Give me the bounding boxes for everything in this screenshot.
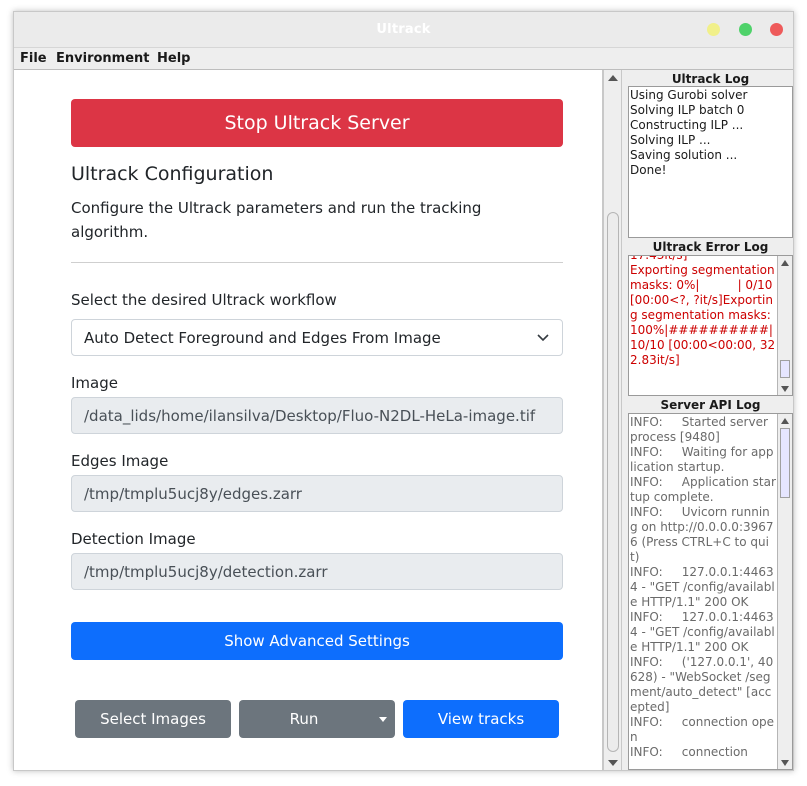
error-log-scrollbar[interactable]	[777, 256, 792, 395]
main-scrollbar[interactable]	[603, 70, 622, 770]
workflow-label: Select the desired Ultrack workflow	[71, 291, 337, 309]
config-title: Ultrack Configuration	[71, 163, 274, 185]
menu-help[interactable]: Help	[157, 51, 190, 66]
main-pane: Stop Ultrack Server Ultrack Configuratio…	[14, 70, 603, 770]
log-sidebar: Ultrack Log Using Gurobi solver Solving …	[626, 70, 793, 770]
edges-label: Edges Image	[71, 452, 169, 470]
run-split-button: Run	[239, 700, 395, 738]
scroll-down-icon[interactable]	[608, 760, 618, 766]
run-options-toggle[interactable]	[369, 700, 395, 738]
error-log-text: 17.43it/s] Exporting segmentation masks:…	[630, 255, 776, 367]
app-window: Ultrack File Environment Help Stop Ultra…	[13, 11, 794, 771]
error-log-panel[interactable]: 17.43it/s] Exporting segmentation masks:…	[628, 255, 793, 396]
close-button[interactable]	[770, 23, 783, 36]
detection-input[interactable]: /tmp/tmplu5ucj8y/detection.zarr	[71, 553, 563, 590]
show-advanced-settings-button[interactable]: Show Advanced Settings	[71, 622, 563, 660]
menu-file[interactable]: File	[20, 51, 47, 66]
workflow-select[interactable]: Auto Detect Foreground and Edges From Im…	[71, 319, 563, 356]
scrollbar-thumb[interactable]	[780, 360, 790, 378]
scrollbar-thumb[interactable]	[607, 212, 619, 752]
workflow-selected-value: Auto Detect Foreground and Edges From Im…	[84, 328, 441, 347]
scroll-down-icon[interactable]	[781, 760, 789, 766]
divider	[71, 262, 563, 263]
title-bar: Ultrack	[14, 12, 793, 48]
caret-down-icon	[378, 716, 387, 722]
edges-input[interactable]: /tmp/tmplu5ucj8y/edges.zarr	[71, 475, 563, 512]
menu-bar: File Environment Help	[14, 48, 793, 70]
error-log-title: Ultrack Error Log	[652, 240, 769, 254]
scroll-up-icon[interactable]	[781, 418, 789, 424]
maximize-button[interactable]	[739, 23, 752, 36]
stop-server-button[interactable]: Stop Ultrack Server	[71, 99, 563, 147]
scroll-down-icon[interactable]	[781, 386, 789, 392]
menu-environment[interactable]: Environment	[56, 51, 150, 66]
view-tracks-button[interactable]: View tracks	[403, 700, 559, 738]
image-label: Image	[71, 374, 118, 392]
api-log-panel[interactable]: INFO: Started server process [9480] INFO…	[628, 413, 793, 770]
run-button[interactable]: Run	[290, 710, 319, 728]
ultrack-log-text: Using Gurobi solver Solving ILP batch 0 …	[630, 88, 748, 177]
config-description: Configure the Ultrack parameters and run…	[71, 199, 482, 241]
ultrack-log-title: Ultrack Log	[671, 72, 750, 86]
ultrack-log-panel[interactable]: Using Gurobi solver Solving ILP batch 0 …	[628, 86, 793, 238]
image-input[interactable]: /data_lids/home/ilansilva/Desktop/Fluo-N…	[71, 397, 563, 434]
scroll-up-icon[interactable]	[781, 260, 789, 266]
detection-label: Detection Image	[71, 530, 196, 548]
window-title: Ultrack	[376, 22, 431, 37]
scroll-up-icon[interactable]	[608, 75, 618, 81]
api-log-scrollbar[interactable]	[777, 414, 792, 769]
select-images-button[interactable]: Select Images	[75, 700, 231, 738]
api-log-text: INFO: Started server process [9480] INFO…	[630, 415, 776, 759]
chevron-down-icon	[537, 334, 549, 342]
minimize-button[interactable]	[707, 23, 720, 36]
api-log-title: Server API Log	[660, 398, 761, 412]
scrollbar-thumb[interactable]	[780, 428, 790, 498]
